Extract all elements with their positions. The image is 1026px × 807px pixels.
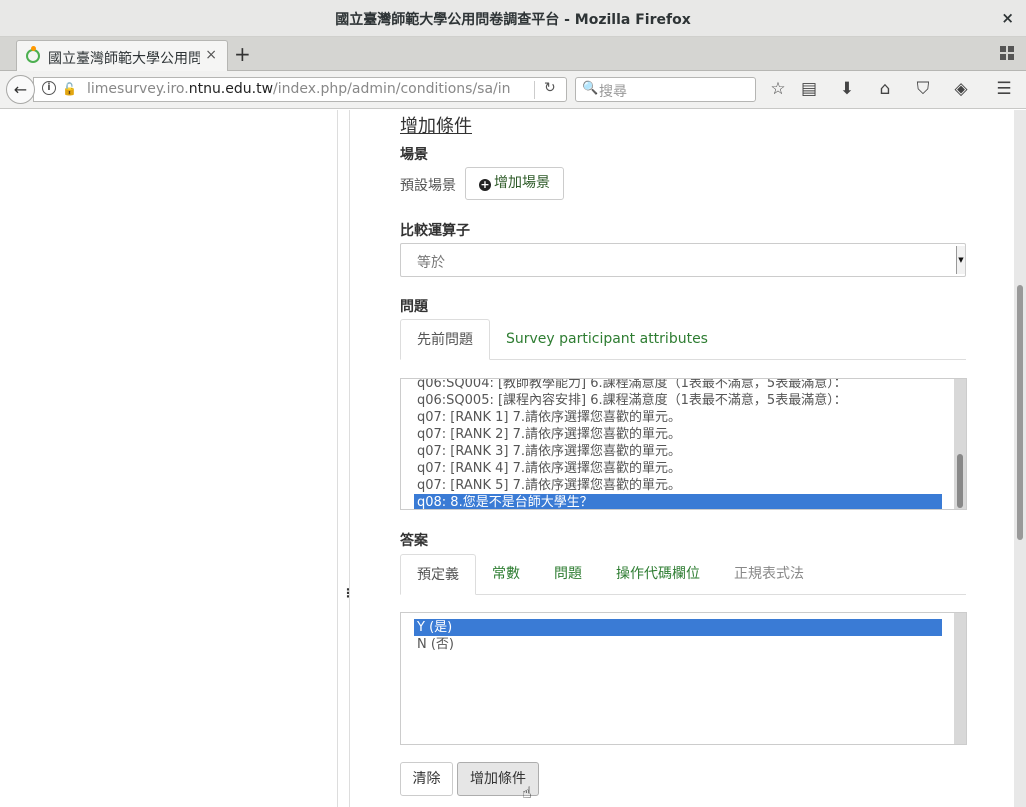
answer-label: 答案 bbox=[400, 533, 428, 549]
site-favicon-icon bbox=[26, 46, 40, 63]
pocket-icon[interactable]: ⛉ bbox=[912, 79, 934, 99]
plus-circle-icon: + bbox=[479, 178, 491, 191]
page-scrollbar[interactable] bbox=[1014, 110, 1026, 807]
bookmark-star-icon[interactable]: ☆ bbox=[767, 79, 789, 99]
question-listbox[interactable]: q06:SQ004: [教師教學能力] 6.課程滿意度（1表最不滿意，5表最滿意… bbox=[400, 378, 967, 510]
window-title: 國立臺灣師範大學公用問卷調查平台 - Mozilla Firefox bbox=[335, 12, 691, 28]
reading-list-icon[interactable]: ▤ bbox=[798, 79, 820, 99]
info-icon[interactable]: i bbox=[42, 81, 56, 95]
tab-previous-questions[interactable]: 先前問題 bbox=[400, 319, 490, 360]
scene-label: 場景 bbox=[400, 147, 428, 163]
close-tab-icon[interactable]: × bbox=[205, 47, 217, 63]
new-tab-icon[interactable]: + bbox=[234, 42, 251, 66]
list-item[interactable]: q07: [RANK 2] 7.請依序選擇您喜歡的單元。 bbox=[414, 426, 942, 443]
clear-button[interactable]: 清除 bbox=[400, 762, 453, 796]
window-titlebar: 國立臺灣師範大學公用問卷調查平台 - Mozilla Firefox × bbox=[0, 0, 1026, 37]
question-tabs: 先前問題 Survey participant attributes bbox=[400, 319, 966, 360]
insecure-lock-icon[interactable]: 🔓 bbox=[62, 82, 77, 96]
downloads-icon[interactable]: ⬇ bbox=[836, 79, 858, 99]
operator-label: 比較運算子 bbox=[400, 223, 470, 239]
url-text[interactable]: limesurvey.iro.ntnu.edu.tw/index.php/adm… bbox=[87, 81, 511, 97]
list-item-selected[interactable]: Y (是) bbox=[414, 619, 942, 636]
tab-bar: 國立臺灣師範大學公用問卷調查平台 × bbox=[0, 37, 1026, 71]
search-placeholder: 搜尋 bbox=[599, 84, 627, 100]
list-item[interactable]: q07: [RANK 3] 7.請依序選擇您喜歡的單元。 bbox=[414, 443, 942, 460]
tab-constant[interactable]: 常數 bbox=[476, 554, 536, 595]
list-item[interactable]: q07: [RANK 5] 7.請依序選擇您喜歡的單元。 bbox=[414, 477, 942, 494]
default-scene-text: 預設場景 bbox=[400, 178, 456, 194]
back-arrow-icon[interactable]: ← bbox=[6, 75, 35, 104]
add-scene-button[interactable]: + 增加場景 bbox=[465, 167, 564, 200]
home-icon[interactable]: ⌂ bbox=[874, 79, 896, 99]
url-bar[interactable]: i 🔓 limesurvey.iro.ntnu.edu.tw/index.php… bbox=[33, 77, 567, 102]
hello-icon[interactable]: ◈ bbox=[950, 79, 972, 99]
listbox-scrollbar[interactable] bbox=[954, 613, 966, 744]
operator-value: 等於 bbox=[417, 255, 445, 271]
tab-token-field[interactable]: 操作代碼欄位 bbox=[600, 554, 716, 595]
tab-regex[interactable]: 正規表式法 bbox=[718, 554, 820, 595]
navigation-bar: i 🔓 limesurvey.iro.ntnu.edu.tw/index.php… bbox=[0, 71, 1026, 109]
listbox-scrollbar[interactable] bbox=[954, 379, 966, 509]
menu-icon[interactable]: ☰ bbox=[993, 79, 1015, 99]
dropdown-arrow-icon[interactable]: ▼ bbox=[956, 246, 965, 274]
list-item[interactable]: N (否) bbox=[414, 636, 942, 653]
operator-select[interactable]: 等於 ▼ bbox=[400, 243, 966, 277]
hand-cursor-icon: ☝ bbox=[522, 783, 532, 802]
list-item[interactable]: q07: [RANK 4] 7.請依序選擇您喜歡的單元。 bbox=[414, 460, 942, 477]
list-item[interactable]: q06:SQ004: [教師教學能力] 6.課程滿意度（1表最不滿意，5表最滿意… bbox=[414, 379, 942, 392]
reload-icon[interactable]: ↻ bbox=[544, 80, 556, 96]
left-panel bbox=[0, 110, 338, 807]
search-input[interactable]: 🔍 搜尋 bbox=[575, 77, 756, 102]
browser-tab[interactable]: 國立臺灣師範大學公用問卷調查平台 × bbox=[16, 40, 228, 71]
question-label: 問題 bbox=[400, 299, 428, 315]
answer-listbox[interactable]: Y (是) N (否) bbox=[400, 612, 967, 745]
add-condition-heading: 增加條件 bbox=[400, 116, 472, 137]
tab-predefined[interactable]: 預定義 bbox=[400, 554, 476, 595]
list-item[interactable]: q07: [RANK 1] 7.請依序選擇您喜歡的單元。 bbox=[414, 409, 942, 426]
list-item-selected[interactable]: q08: 8.您是不是台師大學生？ bbox=[414, 494, 942, 509]
close-window-icon[interactable]: × bbox=[1001, 9, 1014, 27]
tab-label: 國立臺灣師範大學公用問卷調查平台 bbox=[48, 51, 200, 67]
answer-tabs: 預定義 常數 問題 操作代碼欄位 正規表式法 bbox=[400, 554, 966, 595]
search-icon: 🔍 bbox=[582, 81, 599, 96]
list-item[interactable]: q06:SQ005: [課程內容安排] 6.課程滿意度（1表最不滿意，5表最滿意… bbox=[414, 392, 942, 409]
tab-participant-attributes[interactable]: Survey participant attributes bbox=[490, 319, 724, 360]
tab-list-icon[interactable] bbox=[1000, 46, 1014, 60]
tab-question[interactable]: 問題 bbox=[538, 554, 598, 595]
